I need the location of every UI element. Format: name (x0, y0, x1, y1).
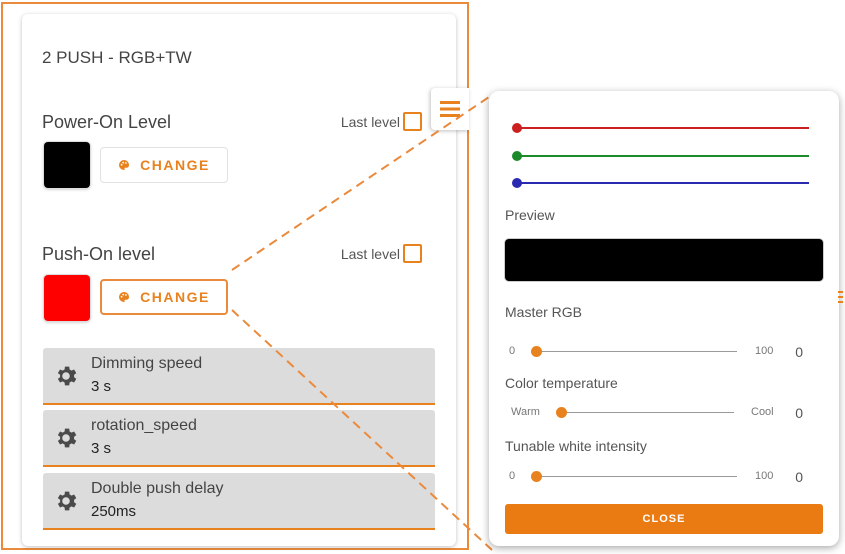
slider-min-label: 0 (509, 345, 516, 357)
blue-channel-slider[interactable] (512, 178, 809, 188)
red-slider-thumb[interactable] (512, 123, 522, 133)
close-button[interactable]: CLOSE (505, 504, 823, 534)
green-channel-slider[interactable] (512, 151, 809, 161)
slider-max-label: Cool (751, 406, 774, 418)
slider-value: 0 (795, 344, 803, 360)
master-rgb-slider[interactable]: 0 100 0 (505, 342, 823, 362)
partial-menu-icon (838, 291, 843, 303)
color-preview (505, 239, 823, 281)
tunable-white-label: Tunable white intensity (505, 438, 647, 454)
slider-track[interactable] (535, 476, 737, 477)
blue-slider-thumb[interactable] (512, 178, 522, 188)
slider-track[interactable] (561, 412, 734, 413)
callout-line-bottom (231, 309, 493, 551)
tunable-white-slider[interactable]: 0 100 0 (505, 467, 823, 487)
slider-value: 0 (795, 405, 803, 421)
color-temperature-slider[interactable]: Warm Cool 0 (505, 403, 823, 423)
slider-thumb[interactable] (531, 346, 542, 357)
color-temperature-label: Color temperature (505, 375, 618, 391)
slider-max-label: 100 (755, 345, 774, 357)
slider-thumb[interactable] (531, 471, 542, 482)
slider-track[interactable] (535, 351, 737, 352)
slider-min-label: 0 (509, 470, 516, 482)
green-slider-thumb[interactable] (512, 151, 522, 161)
slider-min-label: Warm (511, 406, 540, 418)
preview-label: Preview (505, 207, 555, 223)
color-picker-panel: Preview Master RGB 0 100 0 Color tempera… (489, 91, 839, 546)
slider-value: 0 (795, 469, 803, 485)
red-channel-slider[interactable] (512, 123, 809, 133)
slider-max-label: 100 (755, 470, 774, 482)
master-rgb-label: Master RGB (505, 304, 583, 320)
slider-thumb[interactable] (556, 407, 567, 418)
callout-line-top (231, 94, 493, 271)
